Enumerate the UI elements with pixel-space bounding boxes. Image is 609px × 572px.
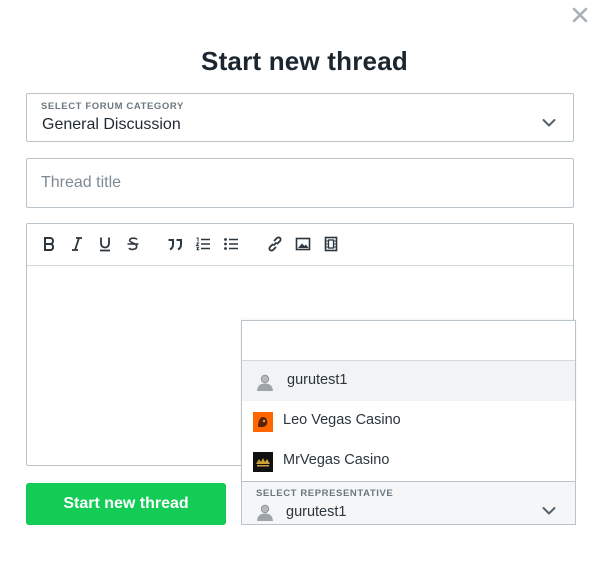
forum-category-select[interactable]: SELECT FORUM CATEGORY General Discussion (26, 93, 574, 142)
underline-icon[interactable] (96, 235, 114, 253)
representative-label: SELECT REPRESENTATIVE (256, 488, 394, 499)
link-icon[interactable] (266, 235, 284, 253)
italic-icon[interactable] (68, 235, 86, 253)
ordered-list-icon[interactable] (194, 235, 212, 253)
bullet-list-icon[interactable] (222, 235, 240, 253)
representative-option-leo-vegas[interactable]: Leo Vegas Casino (242, 401, 575, 441)
editor-toolbar (27, 224, 573, 266)
representative-option-mrvegas[interactable]: MrVegas Casino (242, 441, 575, 481)
quote-icon[interactable] (166, 235, 184, 253)
avatar-icon (255, 502, 275, 522)
forum-category-label: SELECT FORUM CATEGORY (41, 101, 184, 112)
mrvegas-logo (253, 452, 273, 472)
video-icon[interactable] (322, 235, 340, 253)
bold-icon[interactable] (40, 235, 58, 253)
avatar-icon (255, 372, 275, 392)
representative-option-gurutest1[interactable]: gurutest1 (242, 361, 575, 401)
leo-vegas-logo (253, 412, 273, 432)
close-icon[interactable] (569, 4, 591, 26)
representative-dropdown: gurutest1 Leo Vegas Casino MrVegas Casin… (241, 320, 576, 481)
representative-select[interactable]: SELECT REPRESENTATIVE gurutest1 (241, 481, 576, 525)
chevron-down-icon (542, 503, 556, 515)
representative-value: gurutest1 (286, 504, 347, 520)
representative-search (242, 321, 575, 361)
thread-title-field (26, 158, 574, 208)
strikethrough-icon[interactable] (124, 235, 142, 253)
option-label: gurutest1 (287, 372, 348, 388)
forum-category-value: General Discussion (42, 116, 181, 133)
chevron-down-icon (542, 115, 556, 127)
representative-search-input[interactable] (242, 321, 575, 360)
start-new-thread-button[interactable]: Start new thread (26, 483, 226, 525)
image-icon[interactable] (294, 235, 312, 253)
modal-title: Start new thread (201, 46, 408, 76)
thread-title-input[interactable] (27, 159, 573, 207)
option-label: Leo Vegas Casino (283, 412, 401, 428)
option-label: MrVegas Casino (283, 452, 390, 468)
